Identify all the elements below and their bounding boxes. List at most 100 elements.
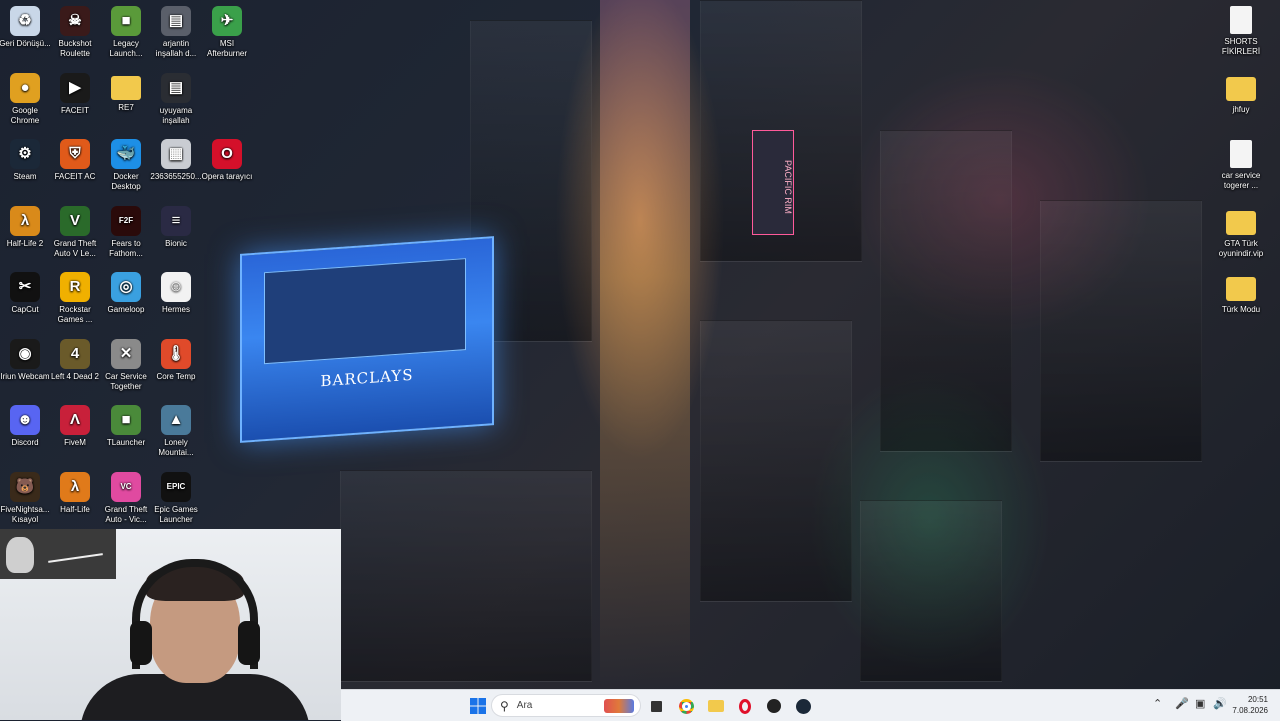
desktop-icon-label: MSI Afterburner [206, 39, 248, 58]
desktop-icon-faceit[interactable]: ▶ FACEIT [50, 73, 100, 116]
clock-date: 7.08.2026 [1232, 706, 1268, 715]
desktop-icon-label: Lonely Mountai... [158, 438, 194, 457]
desktop-icon-opera[interactable]: O Opera tarayıcı [202, 139, 252, 182]
folder-icon [1226, 211, 1256, 235]
desktop-icon-car-service-together[interactable]: ✕ Car Service Together [101, 339, 151, 392]
desktop-icon-fears-to-fathom[interactable]: F2F Fears to Fathom... [101, 206, 151, 259]
desktop-icon-faceit-ac[interactable]: ⛨ FACEIT AC [50, 139, 100, 182]
microphone-icon[interactable]: 🎤 [1175, 697, 1189, 710]
desktop-icon-msi-afterburner[interactable]: ✈ MSI Afterburner [202, 6, 252, 59]
desktop-icon-legacy-launcher[interactable]: ■ Legacy Launch... [101, 6, 151, 59]
desktop-icon-turk-modu[interactable]: Türk Modu [1216, 274, 1266, 315]
desktop-icon-hermes[interactable]: ☺ Hermes [151, 272, 201, 315]
desktop-icon-label: Docker Desktop [111, 172, 141, 191]
desktop-icon-label: Half-Life 2 [6, 239, 44, 248]
desktop-icon-capcut[interactable]: ✂ CapCut [0, 272, 50, 315]
file-explorer-icon [708, 700, 724, 712]
taskbar-faceit[interactable] [763, 695, 785, 717]
desktop-icon-rockstar[interactable]: R Rockstar Games ... [50, 272, 100, 325]
image-file-icon: ▦ [161, 139, 191, 169]
desktop-icon-label: Steam [13, 172, 37, 181]
desktop-icon-docker[interactable]: 🐳 Docker Desktop [101, 139, 151, 192]
desktop-icon-label: RE7 [118, 103, 134, 112]
task-view-button[interactable] [645, 695, 667, 717]
desktop-icon-gta-vice-city[interactable]: VC Grand Theft Auto - Vic... [101, 472, 151, 525]
desktop-icon-label: Fears to Fathom... [109, 239, 143, 258]
taskbar-opera[interactable] [734, 695, 756, 717]
wallpaper-building [340, 470, 592, 682]
desktop-icon-buckshot-roulette[interactable]: ☠ Buckshot Roulette [50, 6, 100, 59]
desktop-icon-half-life-2[interactable]: λ Half-Life 2 [0, 206, 50, 249]
tlauncher-icon: ■ [111, 405, 141, 435]
desktop-icon-bionic[interactable]: ≡ Bionic [151, 206, 201, 249]
volume-icon[interactable]: 🔊 [1213, 697, 1227, 710]
desktop-icon-half-life[interactable]: λ Half-Life [50, 472, 100, 515]
taskbar-file-explorer[interactable] [705, 695, 727, 717]
desktop-icon-label: FiveM [64, 438, 86, 447]
chrome-icon: ● [10, 73, 40, 103]
poster-portrait [6, 537, 34, 573]
desktop-icon-tlauncher[interactable]: ■ TLauncher [101, 405, 151, 448]
faceit-ac-icon: ⛨ [60, 139, 90, 169]
core-temp-icon: 🌡 [161, 339, 191, 369]
half-life-icon: λ [60, 472, 90, 502]
desktop-icon-jhfuy[interactable]: jhfuy [1216, 74, 1266, 115]
desktop-icon-label: FiveNightsa... Kısayol [0, 505, 50, 524]
text-file-icon [1230, 6, 1252, 34]
fnaf-icon: 🐻 [10, 472, 40, 502]
show-hidden-icons-chevron-icon[interactable]: ⌃ [1153, 697, 1162, 710]
desktop-icon-label: Buckshot Roulette [58, 39, 92, 58]
msi-afterburner-icon: ✈ [212, 6, 242, 36]
epic-games-icon: EPIC [161, 472, 191, 502]
headset-right-earcup [238, 621, 260, 665]
folder-icon [1226, 77, 1256, 101]
taskbar-search[interactable]: ⚲ Ara [491, 694, 641, 717]
steam-icon: ⚙ [10, 139, 40, 169]
taskbar-steam[interactable] [792, 695, 814, 717]
desktop-icon-gameloop[interactable]: ◎ Gameloop [101, 272, 151, 315]
desktop-icon-label: Legacy Launch... [109, 39, 143, 58]
recycle-bin-icon: ♻ [10, 6, 40, 36]
desktop-icon-steam[interactable]: ⚙ Steam [0, 139, 50, 182]
desktop-icon-video-file[interactable]: ▤ arjantin inşallah d... [151, 6, 201, 59]
desktop-icon-car-service-togerer[interactable]: car service togerer ... [1216, 140, 1266, 191]
desktop-icon-fivem[interactable]: Λ FiveM [50, 405, 100, 448]
desktop-icon-core-temp[interactable]: 🌡 Core Temp [151, 339, 201, 382]
taskbar-clock[interactable]: 20:51 7.08.2026 [1232, 694, 1268, 716]
desktop-icon-label: TLauncher [106, 438, 146, 447]
desktop-icon-left-4-dead-2[interactable]: 4 Left 4 Dead 2 [50, 339, 100, 382]
desktop-icon-label: jhfuy [1232, 105, 1250, 114]
desktop-icon-recycle-bin[interactable]: ♻ Geri Dönüşü... [0, 6, 51, 49]
desktop-icon-epic-games[interactable]: EPIC Epic Games Launcher [151, 472, 201, 525]
desktop-icon-label: Left 4 Dead 2 [50, 372, 100, 381]
wallpaper-barclays-building: BARCLAYS [240, 236, 494, 443]
taskbar-chrome[interactable] [675, 695, 697, 717]
desktop-icon-label: Core Temp [156, 372, 196, 381]
wallpaper-roof [264, 258, 466, 365]
desktop-icon-label: car service togerer ... [1221, 171, 1261, 190]
desktop-icon-discord[interactable]: ☻ Discord [0, 405, 50, 448]
desktop-icon-gta-v[interactable]: V Grand Theft Auto V Le... [50, 206, 100, 259]
desktop-icon-shorts-fikirleri[interactable]: SHORTS FİKİRLERİ [1216, 6, 1266, 57]
desktop-icon-chrome[interactable]: ● Google Chrome [0, 73, 50, 126]
wall-poster [0, 529, 116, 579]
desktop-icon-fnaf[interactable]: 🐻 FiveNightsa... Kısayol [0, 472, 50, 525]
search-icon: ⚲ [500, 698, 509, 713]
desktop-icon-lonely-mountains[interactable]: ▲ Lonely Mountai... [151, 405, 201, 458]
network-icon[interactable]: ▣ [1195, 697, 1205, 710]
desktop-icon-label: Rockstar Games ... [57, 305, 93, 324]
desktop-icon-image-file[interactable]: ▦ 2363655250... [150, 139, 202, 182]
steam-icon [795, 698, 811, 714]
desktop-icon-folder[interactable]: RE7 [101, 73, 151, 113]
faceit-taskbar-icon [767, 699, 781, 713]
headset-left-earcup [130, 621, 152, 665]
desktop-icon-gta-turk[interactable]: GTA Türk oyunindir.vip [1216, 208, 1266, 259]
desktop-icon-iriun-webcam[interactable]: ◉ Iriun Webcam [0, 339, 50, 382]
desktop-icon-video-file[interactable]: ▤ uyuyama inşallah [151, 73, 201, 126]
desktop-icon-label: Grand Theft Auto V Le... [53, 239, 97, 258]
desktop-icon-label: Hermes [161, 305, 190, 314]
text-file-icon [1230, 140, 1252, 168]
wallpaper-building [860, 500, 1002, 682]
start-button[interactable] [467, 695, 489, 717]
wallpaper-sign: BARCLAYS [320, 365, 414, 391]
